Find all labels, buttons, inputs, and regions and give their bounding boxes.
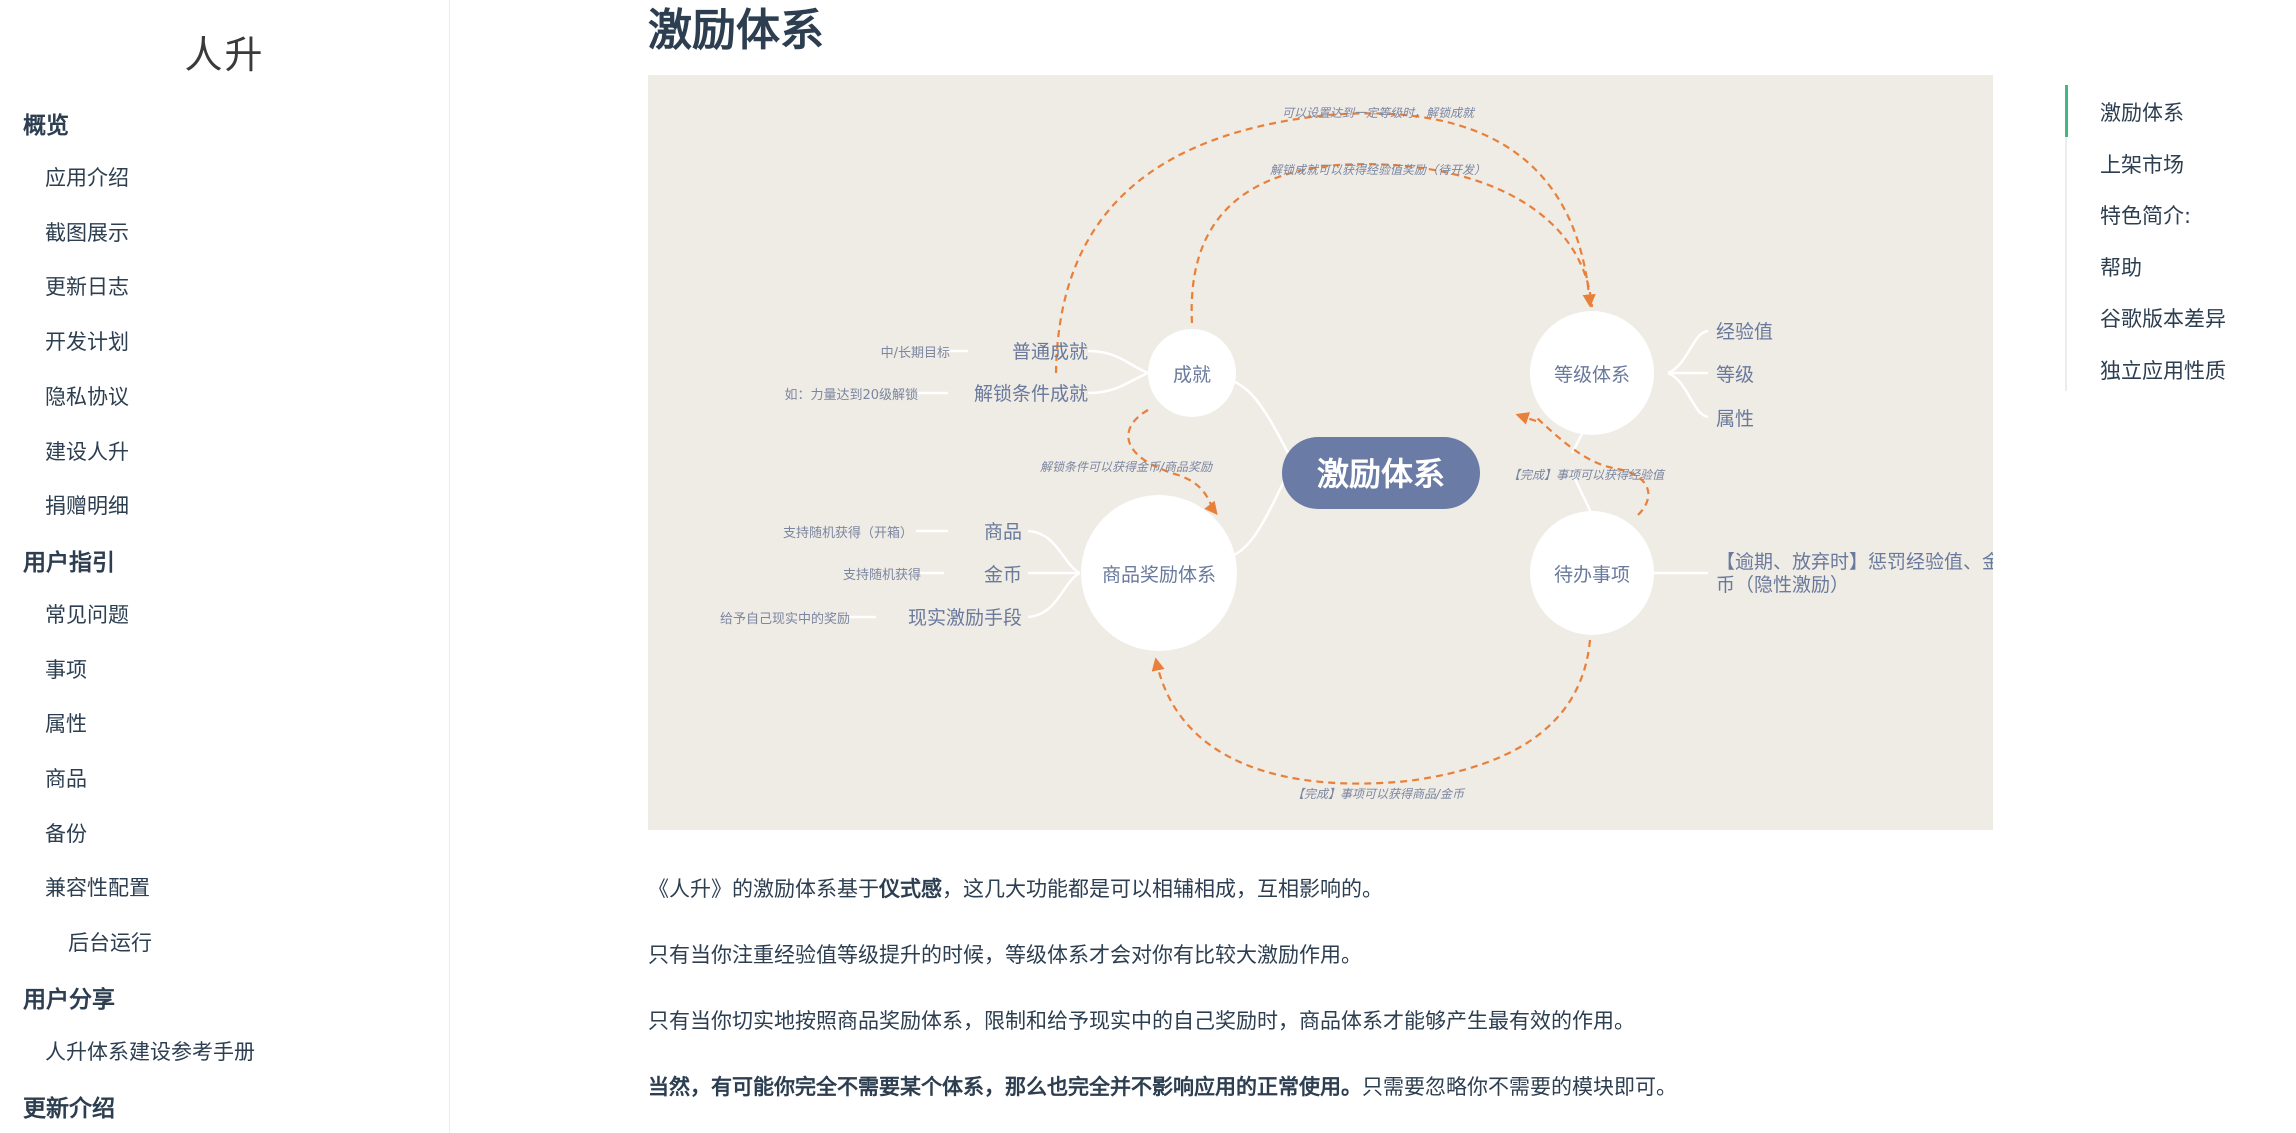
level-child-level: 等级 <box>1716 364 1754 386</box>
sidebar-item-screenshots[interactable]: 截图展示 <box>45 217 129 247</box>
sidebar-group-user-guide[interactable]: 用户指引 <box>23 543 115 577</box>
achievement-child-normal: 普通成就 <box>1012 341 1088 363</box>
sidebar-item-backup[interactable]: 备份 <box>45 818 87 848</box>
page-heading: 激励体系 <box>648 5 824 56</box>
paragraph-1: 《人升》的激励体系基于仪式感，这几大功能都是可以相辅相成，互相影响的。 <box>648 873 1383 903</box>
paragraph-4-bold: 当然，有可能你完全不需要某个体系，那么也完全并不影响应用的正常使用。 <box>648 1075 1362 1099</box>
arrow-label-bottom: 【完成】事项可以获得商品/金币 <box>1292 787 1466 801</box>
toc-item-standalone[interactable]: 独立应用性质 <box>2100 355 2226 385</box>
achievement-child-unlock: 解锁条件成就 <box>974 383 1088 405</box>
paragraph-1-text-end: ，这几大功能都是可以相辅相成，互相影响的。 <box>942 877 1383 901</box>
sidebar-item-changelog[interactable]: 更新日志 <box>45 271 129 301</box>
toc-item-help[interactable]: 帮助 <box>2100 252 2142 282</box>
paragraph-3: 只有当你切实地按照商品奖励体系，限制和给予现实中的自己奖励时，商品体系才能够产生… <box>648 1009 1635 1033</box>
sidebar-group-overview[interactable]: 概览 <box>23 106 69 140</box>
sidebar-item-donations[interactable]: 捐赠明细 <box>45 490 129 520</box>
achievement-label: 成就 <box>1173 364 1211 386</box>
center-label: 激励体系 <box>1317 455 1445 493</box>
achievement-note-normal: 中/长期目标 <box>881 346 950 361</box>
todo-child-line1: 【逾期、放弃时】惩罚经验值、金 <box>1716 551 1993 573</box>
sidebar-item-attributes[interactable]: 属性 <box>45 708 87 738</box>
toc-item-incentive[interactable]: 激励体系 <box>2100 97 2184 127</box>
sidebar-item-privacy[interactable]: 隐私协议 <box>45 381 129 411</box>
sidebar: 人升 概览 应用介绍 截图展示 更新日志 开发计划 隐私协议 建设人升 捐赠明细… <box>0 0 450 1133</box>
arrow-label-top: 可以设置达到一定等级时，解锁成就 <box>1282 106 1476 120</box>
level-child-exp: 经验值 <box>1716 321 1773 343</box>
sidebar-item-manual[interactable]: 人升体系建设参考手册 <box>45 1036 255 1066</box>
arrow-label-top2: 解锁成就可以获得经验值奖励（待开发） <box>1270 163 1486 177</box>
sidebar-item-tasks[interactable]: 事项 <box>45 654 87 684</box>
arrow-label-mid: 解锁条件可以获得金币/商品奖励 <box>1040 460 1213 474</box>
shop-child-coin: 金币 <box>984 564 1022 586</box>
paragraph-1-bold: 仪式感 <box>879 877 942 901</box>
sidebar-group-user-share[interactable]: 用户分享 <box>23 980 115 1014</box>
sidebar-item-roadmap[interactable]: 开发计划 <box>45 326 129 356</box>
toc-active-indicator <box>2065 85 2068 137</box>
toc-item-market[interactable]: 上架市场 <box>2100 149 2184 179</box>
shop-label: 商品奖励体系 <box>1102 564 1216 586</box>
level-child-attr: 属性 <box>1716 408 1754 430</box>
shop-child-product: 商品 <box>984 521 1022 543</box>
sidebar-item-build[interactable]: 建设人升 <box>45 436 129 466</box>
paragraph-1-text: 《人升》的激励体系基于 <box>648 877 879 901</box>
shop-note-product: 支持随机获得（开箱） <box>783 525 913 541</box>
site-title[interactable]: 人升 <box>0 24 449 79</box>
paragraph-2: 只有当你注重经验值等级提升的时候，等级体系才会对你有比较大激励作用。 <box>648 943 1362 967</box>
paragraph-4: 当然，有可能你完全不需要某个体系，那么也完全并不影响应用的正常使用。只需要忽略你… <box>648 1071 1677 1101</box>
todo-label: 待办事项 <box>1554 564 1630 586</box>
shop-note-coin: 支持随机获得 <box>843 567 921 583</box>
level-label: 等级体系 <box>1554 364 1630 386</box>
mindmap-figure: 激励体系 成就 等级体系 商品奖励体系 待办事项 普通成就 解锁条件成就 中/长… <box>648 75 1993 830</box>
paragraph-4-text: 只需要忽略你不需要的模块即可。 <box>1362 1075 1677 1099</box>
sidebar-item-compat[interactable]: 兼容性配置 <box>45 872 150 902</box>
sidebar-item-products[interactable]: 商品 <box>45 763 87 793</box>
achievement-note-unlock: 如：力量达到20级解锁 <box>784 387 918 403</box>
sidebar-subitem-background[interactable]: 后台运行 <box>68 927 152 957</box>
todo-child-line2: 币（隐性激励） <box>1716 574 1849 596</box>
arrow-label-right: 【完成】事项可以获得经验值 <box>1508 468 1666 482</box>
toc-item-google-diff[interactable]: 谷歌版本差异 <box>2100 303 2226 333</box>
sidebar-group-updates[interactable]: 更新介绍 <box>23 1089 115 1123</box>
sidebar-item-faq[interactable]: 常见问题 <box>45 599 129 629</box>
shop-child-real: 现实激励手段 <box>908 607 1022 629</box>
mindmap-svg: 激励体系 成就 等级体系 商品奖励体系 待办事项 普通成就 解锁条件成就 中/长… <box>720 106 1993 801</box>
shop-note-real: 给予自己现实中的奖励 <box>720 611 850 627</box>
toc-item-features[interactable]: 特色简介: <box>2100 200 2191 230</box>
sidebar-item-app-intro[interactable]: 应用介绍 <box>45 162 129 192</box>
